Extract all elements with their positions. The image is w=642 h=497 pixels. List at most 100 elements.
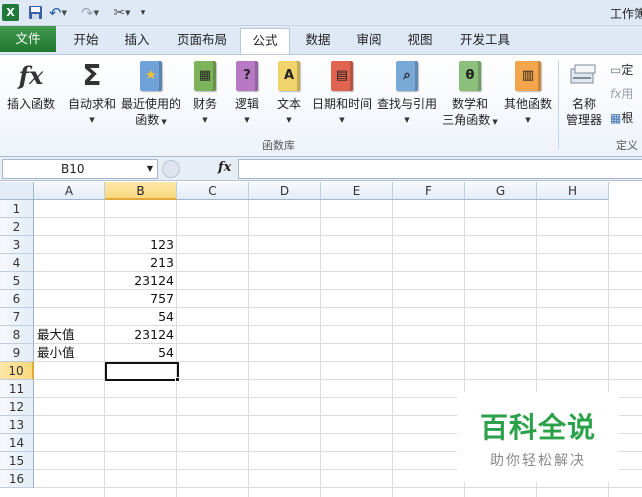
row-header-4[interactable]: 4: [0, 254, 34, 272]
tab-formulas[interactable]: 公式: [240, 28, 290, 54]
text-book-icon: A: [274, 59, 304, 93]
ribbon-tabs: 文件 开始 插入 页面布局 公式 数据 审阅 视图 开发工具: [0, 26, 642, 54]
gridline-vertical: [248, 200, 249, 497]
formula-input[interactable]: [238, 159, 642, 179]
create-from-selection-button[interactable]: ▦根: [610, 109, 633, 126]
group-label-defined-names: 定义: [616, 139, 638, 152]
cell-a9[interactable]: 最小值: [34, 344, 105, 362]
define-name-button[interactable]: ▭定: [610, 61, 633, 78]
tab-data[interactable]: 数据: [296, 28, 340, 52]
cell-b4[interactable]: 213: [105, 254, 177, 272]
gridline-horizontal: [34, 217, 642, 218]
row-header-16[interactable]: 16: [0, 470, 34, 488]
excel-logo-icon[interactable]: X: [2, 4, 19, 21]
redo-icon[interactable]: ↷ ▼: [81, 4, 99, 22]
column-header-g[interactable]: G: [465, 182, 537, 200]
active-cell-border: [105, 362, 179, 381]
row-header-7[interactable]: 7: [0, 308, 34, 326]
column-header-d[interactable]: D: [249, 182, 321, 200]
gridline-horizontal: [34, 487, 642, 488]
row-header-11[interactable]: 11: [0, 380, 34, 398]
watermark-subtitle: 助你轻松解决: [490, 453, 586, 469]
text-button[interactable]: A 文本 ▼: [272, 59, 306, 128]
column-header-c[interactable]: C: [177, 182, 249, 200]
row-header-14[interactable]: 14: [0, 434, 34, 452]
cell-b7[interactable]: 54: [105, 308, 177, 326]
autosum-button[interactable]: Σ 自动求和 ▼: [66, 59, 118, 128]
group-label-function-library: 函数库: [262, 139, 295, 152]
row-header-9[interactable]: 9: [0, 344, 34, 362]
row-header-3[interactable]: 3: [0, 236, 34, 254]
lookup-reference-button[interactable]: ⌕ 查找与引用 ▼: [376, 59, 438, 128]
financial-book-icon: ▦: [190, 59, 220, 93]
theta-book-icon: θ: [455, 59, 485, 93]
column-header-a[interactable]: A: [34, 182, 105, 200]
cell-b9[interactable]: 54: [105, 344, 177, 362]
row-header-15[interactable]: 15: [0, 452, 34, 470]
row-header-10[interactable]: 10: [0, 362, 34, 380]
cell-b3[interactable]: 123: [105, 236, 177, 254]
grid-icon: ▦: [610, 111, 622, 125]
select-all-corner[interactable]: [0, 182, 34, 200]
group-separator: [558, 61, 559, 149]
name-box[interactable]: B10 ▼: [2, 159, 158, 179]
tab-review[interactable]: 审阅: [347, 28, 391, 52]
chevron-down-icon[interactable]: ▼: [147, 160, 153, 178]
cell-b8[interactable]: 23124: [105, 326, 177, 344]
tab-page-layout[interactable]: 页面布局: [168, 28, 236, 52]
logical-button[interactable]: ? 逻辑 ▼: [230, 59, 264, 128]
fx-icon: fx: [18, 61, 44, 90]
tab-developer[interactable]: 开发工具: [450, 28, 520, 52]
column-header-f[interactable]: F: [393, 182, 465, 200]
cell-a8[interactable]: 最大值: [34, 326, 105, 344]
row-header-12[interactable]: 12: [0, 398, 34, 416]
insert-function-fx-icon[interactable]: fx: [218, 160, 231, 175]
tools-icon[interactable]: ✂ ▼: [113, 4, 131, 21]
customize-quick-access-icon[interactable]: ▾: [138, 4, 148, 21]
formula-bar: B10 ▼ fx: [0, 157, 642, 181]
row-header-1[interactable]: 1: [0, 200, 34, 218]
use-in-formula-button[interactable]: fx用: [610, 85, 633, 102]
column-header-e[interactable]: E: [321, 182, 393, 200]
row-header-13[interactable]: 13: [0, 416, 34, 434]
window-title: 工作簿: [609, 7, 642, 21]
insert-function-button[interactable]: fx 插入函数: [4, 59, 58, 112]
row-header-6[interactable]: 6: [0, 290, 34, 308]
cell-b6[interactable]: 757: [105, 290, 177, 308]
gridline-vertical: [392, 200, 393, 497]
gridline-vertical: [320, 200, 321, 497]
column-header-h[interactable]: H: [537, 182, 609, 200]
tab-view[interactable]: 视图: [398, 28, 442, 52]
more-functions-button[interactable]: ▥ 其他函数 ▼: [502, 59, 554, 128]
ribbon-formulas: fx 插入函数 Σ 自动求和 ▼ ★ 最近使用的 函数 ▼ ▦ 财务 ▼ ? 逻…: [0, 54, 642, 157]
fill-handle[interactable]: [175, 377, 180, 382]
datetime-button[interactable]: ▤ 日期和时间 ▼: [310, 59, 374, 128]
math-trig-button[interactable]: θ 数学和 三角函数 ▼: [440, 59, 500, 130]
cell-b5[interactable]: 23124: [105, 272, 177, 290]
star-book-icon: ★: [136, 59, 166, 93]
tab-file[interactable]: 文件: [0, 26, 56, 52]
tab-home[interactable]: 开始: [62, 28, 110, 52]
title-bar: X ↶ ▼ ↷ ▼ ✂ ▼ ▾ 工作簿: [0, 0, 642, 26]
watermark: 百科全说 助你轻松解决: [457, 392, 619, 482]
formula-bar-handle[interactable]: [162, 160, 180, 178]
financial-button[interactable]: ▦ 财务 ▼: [188, 59, 222, 128]
row-header-2[interactable]: 2: [0, 218, 34, 236]
sigma-icon: Σ: [82, 59, 102, 92]
tab-insert[interactable]: 插入: [114, 28, 160, 52]
chevron-down-icon: ▼: [89, 116, 95, 124]
recently-used-button[interactable]: ★ 最近使用的 函数 ▼: [120, 59, 182, 130]
save-icon[interactable]: [27, 4, 43, 21]
column-header-b[interactable]: B: [105, 182, 177, 200]
watermark-title: 百科全说: [479, 411, 596, 444]
undo-icon[interactable]: ↶ ▼: [49, 4, 67, 22]
name-manager-button[interactable]: 名称 管理器: [562, 59, 606, 128]
name-manager-icon: [569, 59, 599, 93]
magnifier-book-icon: ⌕: [392, 59, 422, 93]
logical-book-icon: ?: [232, 59, 262, 93]
fx-small-icon: fx: [610, 87, 622, 101]
books-stack-icon: ▥: [513, 59, 543, 93]
tag-icon: ▭: [610, 63, 622, 77]
row-header-5[interactable]: 5: [0, 272, 34, 290]
row-header-8[interactable]: 8: [0, 326, 34, 344]
